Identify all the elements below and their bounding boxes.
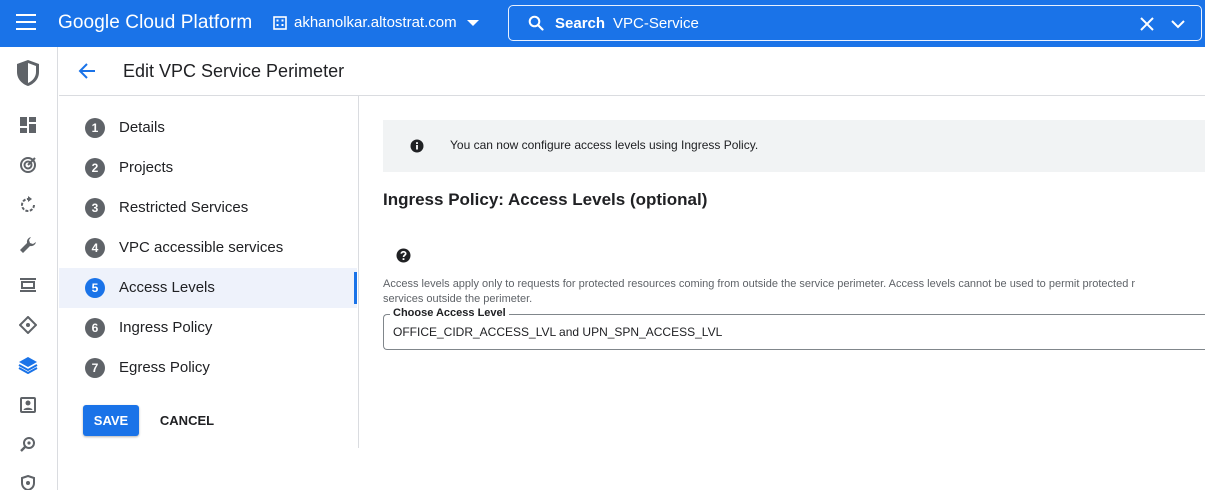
- menu-icon[interactable]: [16, 14, 36, 32]
- vpc-layers-icon[interactable]: [17, 354, 39, 376]
- wrench-icon[interactable]: [17, 234, 39, 256]
- product-name[interactable]: Google Cloud Platform: [58, 12, 252, 34]
- search-icon: [528, 15, 544, 31]
- chevron-down-icon[interactable]: [1170, 17, 1186, 31]
- step-projects[interactable]: 2 Projects: [59, 148, 357, 188]
- step-number: 5: [85, 278, 105, 298]
- caret-down-icon: [466, 19, 479, 26]
- list-icon[interactable]: [17, 274, 39, 296]
- access-levels-description: Access levels apply only to requests for…: [383, 277, 1205, 307]
- step-number: 3: [85, 198, 105, 218]
- step-label: Projects: [119, 159, 174, 176]
- step-vpc-accessible-services[interactable]: 4 VPC accessible services: [59, 228, 357, 268]
- step-ingress-policy[interactable]: 6 Ingress Policy: [59, 308, 357, 348]
- step-number: 1: [85, 118, 105, 138]
- step-restricted-services[interactable]: 3 Restricted Services: [59, 188, 357, 228]
- step-label: Ingress Policy: [119, 319, 213, 336]
- top-app-bar: Google Cloud Platform akhanolkar.altostr…: [0, 0, 1205, 47]
- search-label: Search: [555, 15, 606, 32]
- step-label: Access Levels: [119, 279, 215, 296]
- step-egress-policy[interactable]: 7 Egress Policy: [59, 348, 357, 388]
- step-number: 7: [85, 358, 105, 378]
- badge-icon[interactable]: [17, 394, 39, 416]
- step-label: VPC accessible services: [119, 239, 284, 256]
- section-title: Ingress Policy: Access Levels (optional): [383, 190, 708, 209]
- save-button[interactable]: SAVE: [83, 405, 139, 436]
- key-search-icon[interactable]: [17, 434, 39, 456]
- security-shield-icon[interactable]: [15, 59, 41, 87]
- step-details[interactable]: 1 Details: [59, 108, 357, 148]
- target-icon[interactable]: [17, 154, 39, 176]
- field-label: Choose Access Level: [390, 307, 509, 319]
- description-line: services outside the perimeter.: [383, 293, 533, 305]
- step-number: 4: [85, 238, 105, 258]
- page-header: Edit VPC Service Perimeter: [59, 47, 1205, 96]
- step-label: Details: [119, 119, 165, 136]
- page-title: Edit VPC Service Perimeter: [123, 61, 345, 81]
- org-name: akhanolkar.altostrat.com: [294, 14, 457, 31]
- field-value: OFFICE_CIDR_ACCESS_LVL and UPN_SPN_ACCES…: [393, 325, 723, 339]
- info-banner: You can now configure access levels usin…: [383, 120, 1205, 172]
- search-bar[interactable]: Search: [508, 5, 1202, 41]
- left-nav-rail: [0, 47, 58, 490]
- building-icon: [273, 15, 287, 30]
- search-input[interactable]: [613, 15, 1093, 32]
- cancel-button[interactable]: CANCEL: [155, 405, 219, 436]
- step-number: 6: [85, 318, 105, 338]
- banner-text: You can now configure access levels usin…: [450, 138, 759, 152]
- dashboard-icon[interactable]: [17, 114, 39, 136]
- clear-search-icon[interactable]: [1139, 16, 1155, 32]
- diamond-icon[interactable]: [17, 314, 39, 336]
- step-label: Egress Policy: [119, 359, 210, 376]
- refresh-icon[interactable]: [17, 194, 39, 216]
- back-arrow-icon[interactable]: [78, 62, 96, 80]
- choose-access-level-select[interactable]: Choose Access Level OFFICE_CIDR_ACCESS_L…: [383, 307, 1205, 350]
- step-number: 2: [85, 158, 105, 178]
- step-label: Restricted Services: [119, 199, 249, 216]
- shield-small-icon[interactable]: [17, 472, 39, 490]
- help-icon[interactable]: [396, 248, 411, 263]
- info-icon: [410, 139, 424, 153]
- stepper-nav: 1 Details 2 Projects 3 Restricted Servic…: [59, 96, 359, 448]
- description-line: Access levels apply only to requests for…: [383, 278, 1136, 290]
- step-access-levels[interactable]: 5 Access Levels: [59, 268, 357, 308]
- org-selector[interactable]: akhanolkar.altostrat.com: [273, 14, 479, 31]
